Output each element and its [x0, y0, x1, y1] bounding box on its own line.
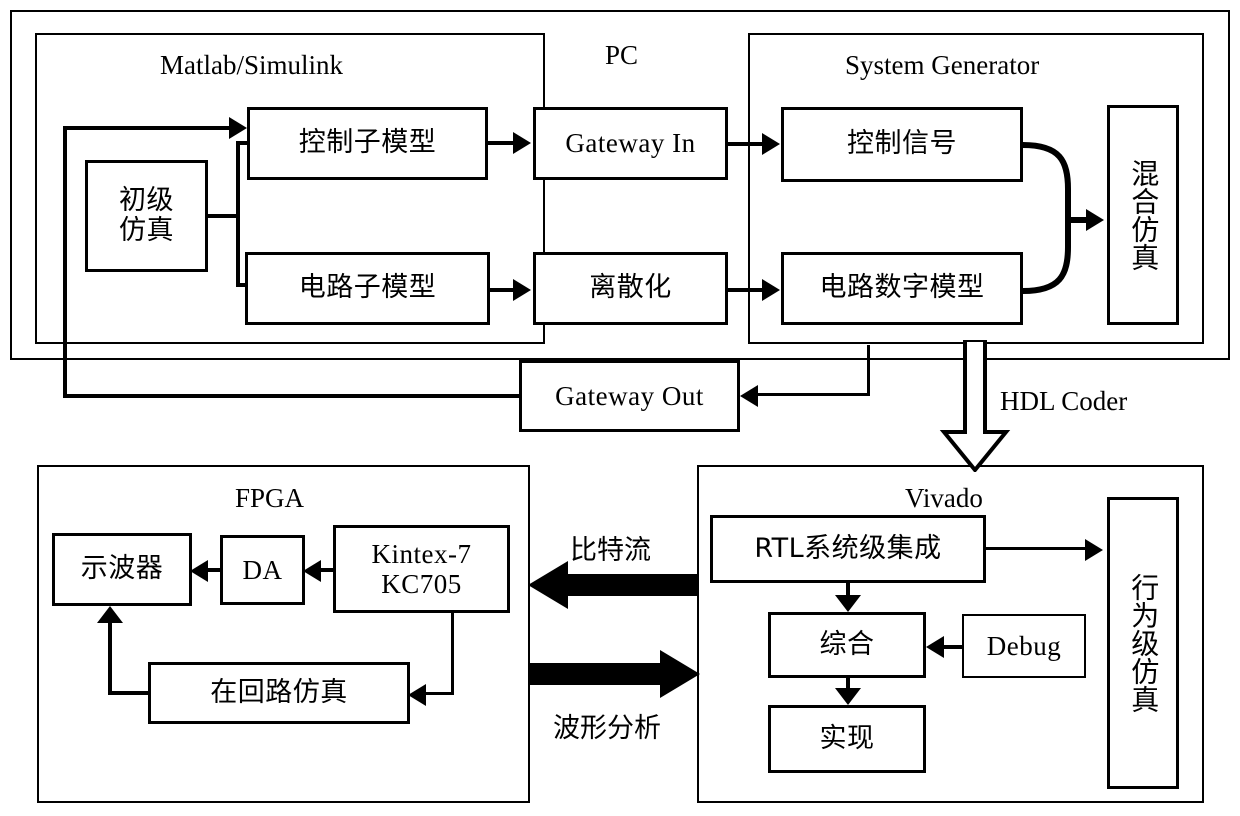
frame-label-vivado: Vivado [905, 483, 983, 513]
node-behavioral-simulation-label: 行为级仿真 [1127, 573, 1161, 713]
node-control-signal[interactable]: 控制信号 [781, 107, 1023, 182]
node-debug-label: Debug [986, 630, 1062, 661]
node-rtl-system-integration[interactable]: RTL系统级集成 [710, 515, 986, 583]
edge-label-waveform-analysis: 波形分析 [553, 713, 661, 744]
node-oscilloscope-label: 示波器 [80, 553, 164, 585]
arrowhead-circuit-to-discretization [513, 279, 531, 301]
edge-primary-sim-branch-vertical [236, 141, 240, 286]
node-primary-simulation[interactable]: 初级仿真 [85, 160, 208, 272]
node-debug[interactable]: Debug [962, 614, 1086, 678]
node-hardware-in-loop-label: 在回路仿真 [210, 676, 348, 708]
arrowhead-kintex-to-da [303, 560, 321, 582]
arrowhead-discretization-to-digital-model [762, 279, 780, 301]
edge-kintex-to-hil-horizontal [424, 692, 454, 695]
node-hybrid-simulation-label: 混合仿真 [1127, 159, 1161, 271]
edge-waveform-analysis-shaft [530, 663, 666, 685]
edge-bitstream-arrow [528, 561, 698, 609]
node-discretization-label: 离散化 [589, 272, 672, 304]
edge-feedback-vertical [63, 126, 67, 396]
edge-debug-to-synthesis [944, 645, 964, 649]
node-synthesis-label: 综合 [819, 628, 875, 660]
node-gateway-in[interactable]: Gateway In [533, 107, 728, 180]
arrowhead-feedback-to-control [229, 117, 247, 139]
edge-hil-to-oscilloscope-horizontal [108, 691, 151, 695]
edge-feedback-horizontal-bottom [63, 394, 521, 398]
node-circuit-digital-model[interactable]: 电路数字模型 [781, 252, 1023, 325]
edge-waveform-analysis-arrowhead [660, 650, 700, 698]
frame-label-pc: PC [605, 40, 639, 70]
edge-label-bitstream: 比特流 [570, 535, 651, 566]
edge-kintex-to-hil-vertical [451, 612, 454, 694]
arrowhead-control-to-gateway-in [513, 132, 531, 154]
node-kintex7-line2: KC705 [381, 569, 462, 599]
node-behavioral-simulation[interactable]: 行为级仿真 [1107, 497, 1179, 789]
node-da-converter-label: DA [242, 554, 283, 585]
arrowhead-sysgen-return-to-gateway-out [740, 385, 758, 407]
arrowhead-rtl-to-behavioral-sim [1085, 539, 1103, 561]
arrowhead-merge-to-hybrid-sim [1086, 209, 1104, 231]
node-circuit-submodel-label: 电路子模型 [298, 272, 437, 304]
node-control-submodel-label: 控制子模型 [298, 127, 437, 159]
edge-hil-to-oscilloscope-vertical [108, 622, 112, 694]
node-circuit-digital-model-label: 电路数字模型 [819, 272, 985, 304]
diagram-canvas: Matlab/Simulink PC System Generator 初级仿真… [0, 0, 1240, 816]
frame-label-fpga: FPGA [235, 483, 305, 513]
edge-sysgen-return-horizontal [755, 393, 869, 396]
edge-discretization-to-digital-model [727, 288, 767, 292]
arrowhead-rtl-to-synthesis [835, 595, 861, 612]
arrowhead-da-to-oscilloscope [190, 560, 208, 582]
edge-feedback-to-control [63, 126, 235, 130]
edge-gateway-in-to-control-signal [727, 142, 767, 146]
node-hybrid-simulation[interactable]: 混合仿真 [1107, 105, 1179, 325]
edge-bitstream-arrowhead [528, 561, 568, 609]
edge-waveform-analysis-arrow [530, 650, 700, 698]
arrowhead-synthesis-to-implementation [835, 688, 861, 705]
node-kintex7-line1: Kintex-7 [371, 538, 472, 569]
node-gateway-out[interactable]: Gateway Out [519, 360, 740, 432]
frame-label-matlab-simulink: Matlab/Simulink [160, 50, 344, 80]
node-implementation[interactable]: 实现 [768, 705, 926, 773]
node-gateway-in-label: Gateway In [565, 128, 696, 159]
frame-label-system-generator: System Generator [845, 50, 1040, 80]
edge-primary-sim-stub [205, 214, 239, 218]
node-control-submodel[interactable]: 控制子模型 [247, 107, 488, 180]
node-control-signal-label: 控制信号 [847, 128, 957, 160]
node-oscilloscope[interactable]: 示波器 [52, 533, 192, 606]
edge-rtl-to-behavioral-sim [985, 547, 1087, 550]
node-hardware-in-loop[interactable]: 在回路仿真 [148, 662, 410, 724]
arrowhead-hil-to-oscilloscope [97, 606, 123, 623]
edge-sysgen-return-vertical [867, 345, 870, 396]
node-primary-simulation-label: 初级仿真 [119, 184, 174, 246]
node-gateway-out-label: Gateway Out [555, 380, 704, 411]
arrowhead-debug-to-synthesis [926, 636, 944, 658]
edge-bitstream-shaft [562, 574, 698, 596]
node-discretization[interactable]: 离散化 [533, 252, 728, 325]
node-circuit-submodel[interactable]: 电路子模型 [245, 252, 490, 325]
node-kintex7-kc705[interactable]: Kintex-7 KC705 [333, 525, 510, 613]
edge-label-hdl-coder: HDL Coder [1000, 386, 1128, 416]
node-rtl-system-integration-label: RTL系统级集成 [754, 532, 942, 564]
node-da-converter[interactable]: DA [220, 535, 305, 605]
arrowhead-gateway-in-to-control-signal [762, 133, 780, 155]
node-synthesis[interactable]: 综合 [768, 612, 926, 678]
arrowhead-kintex-to-hil [408, 684, 426, 706]
node-implementation-label: 实现 [819, 722, 875, 754]
